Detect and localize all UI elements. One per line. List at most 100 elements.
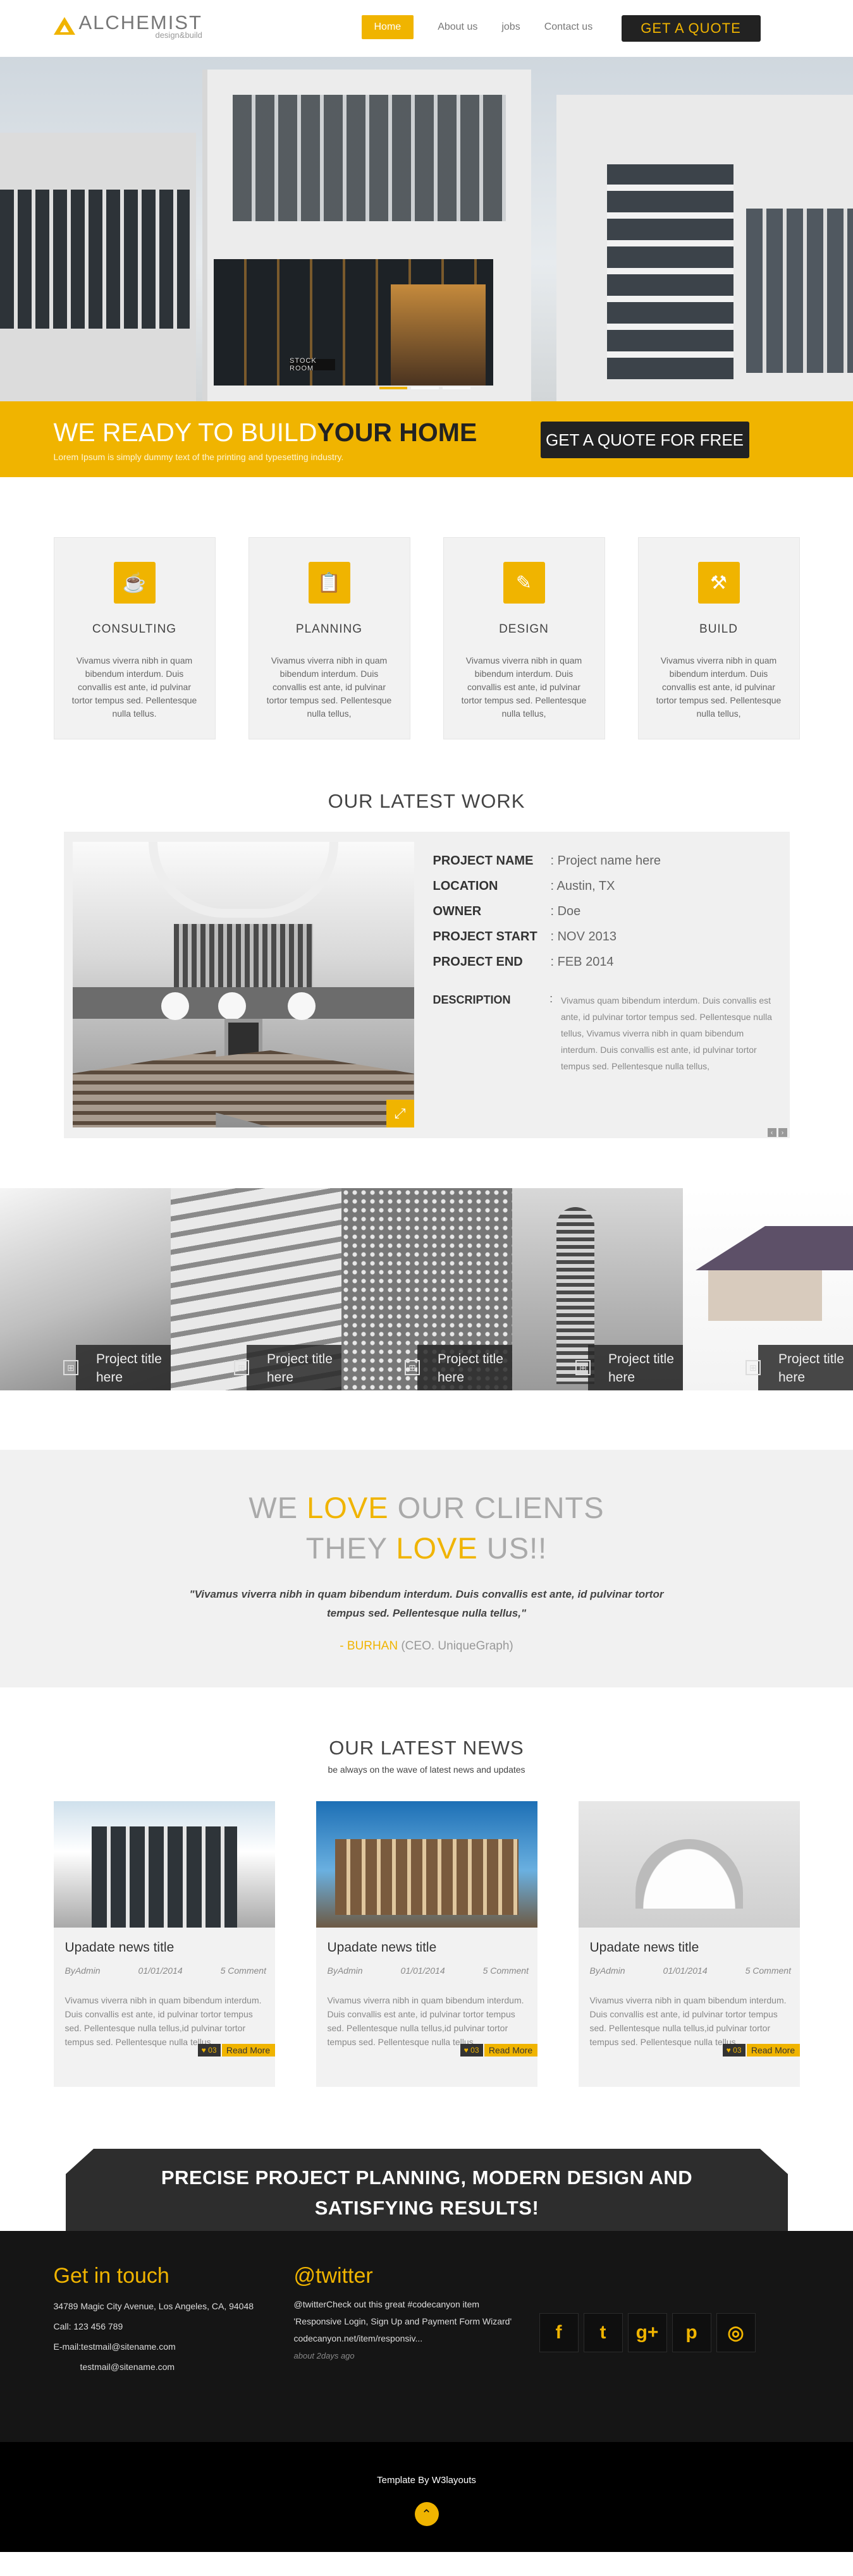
expand-icon[interactable]: ⊞ <box>234 1360 249 1375</box>
expand-icon[interactable]: ⊞ <box>746 1360 761 1375</box>
nav-contact-us[interactable]: Contact us <box>544 15 592 39</box>
service-card-planning[interactable]: 📋 PLANNING Vivamus viverra nibh in quam … <box>248 537 410 739</box>
expand-icon[interactable]: ⊞ <box>575 1360 591 1375</box>
hero-building-main <box>202 70 531 401</box>
email-primary[interactable]: E-mail:testmail@sitename.com <box>54 2336 281 2357</box>
detail-value: : Austin, TX <box>550 879 615 893</box>
detail-key: PROJECT END <box>433 955 523 969</box>
like-button[interactable]: ♥ 03 <box>197 2044 221 2057</box>
news-actions: ♥ 03 Read More <box>722 2044 800 2057</box>
credit-text[interactable]: Template By W3layouts <box>0 2475 853 2486</box>
news-image[interactable] <box>316 1801 537 1928</box>
work-details: PROJECT NAME: Project name here LOCATION… <box>433 848 775 1074</box>
slider-dot[interactable] <box>411 387 439 389</box>
google-plus-icon[interactable]: g+ <box>627 2313 667 2352</box>
service-card-design[interactable]: ✎ DESIGN Vivamus viverra nibh in quam bi… <box>443 537 605 739</box>
nav-jobs[interactable]: jobs <box>501 15 520 39</box>
project-tile[interactable]: ⊞ Project title here <box>0 1188 171 1390</box>
address: 34789 Magic City Avenue, Los Angeles, CA… <box>53 2301 254 2311</box>
next-arrow-icon[interactable]: › <box>778 1128 787 1137</box>
nav-about-us[interactable]: About us <box>438 15 477 39</box>
get-a-quote-button[interactable]: GET A QUOTE <box>621 15 761 42</box>
testimonial-section: WE LOVE OUR CLIENTS THEY LOVE US!! "Viva… <box>0 1450 853 1687</box>
news-excerpt: Vivamus viverra nibh in quam bibendum in… <box>327 1995 524 2047</box>
expand-icon[interactable]: ⊞ <box>405 1360 420 1375</box>
detail-key: PROJECT START <box>433 930 537 944</box>
news-card: Upadate news title ByAdmin 01/01/2014 5 Co… <box>53 1801 275 2087</box>
cta-band: WE READY TO BUILDYOUR HOME Lorem Ipsum i… <box>0 401 853 477</box>
project-caption: ⊞ Project title here <box>746 1345 853 1390</box>
service-text: Vivamus viverra nibh in quam bibendum in… <box>71 655 197 719</box>
project-tile[interactable]: ⊞ Project title here <box>512 1188 683 1390</box>
testimonial-quote: "Vivamus viverra nibh in quam bibendum i… <box>189 1588 664 1619</box>
news-image[interactable] <box>578 1801 800 1928</box>
slider-pagination <box>379 387 470 389</box>
project-title: Project title here <box>96 1352 162 1385</box>
project-caption: ⊞ Project title here <box>63 1345 171 1390</box>
work-showcase: ⤢ PROJECT NAME: Project name here LOCATI… <box>63 832 790 1138</box>
detail-value: : Doe <box>550 904 581 918</box>
twitter-column: @twitter @twitterCheck out this great #c… <box>294 2264 522 2360</box>
like-button[interactable]: ♥ 03 <box>722 2044 746 2057</box>
read-more-button[interactable]: Read More <box>746 2044 800 2057</box>
slider-dot[interactable] <box>443 387 470 389</box>
like-button[interactable]: ♥ 03 <box>460 2044 483 2057</box>
twitter-title: @twitter <box>293 2264 373 2288</box>
cta-subtitle: Lorem Ipsum is simply dummy text of the … <box>53 452 344 462</box>
service-text: Vivamus viverra nibh in quam bibendum in… <box>461 655 587 719</box>
slider-dot[interactable] <box>379 387 407 389</box>
logo[interactable]: ALCHEMIST design&build <box>53 13 202 39</box>
service-card-consulting[interactable]: ☕ CONSULTING Vivamus viverra nibh in qua… <box>53 537 216 739</box>
back-to-top-icon[interactable]: ⌃ <box>414 2502 439 2526</box>
detail-row: LOCATION: Austin, TX <box>433 873 775 899</box>
project-title: Project title here <box>267 1352 333 1385</box>
news-image[interactable] <box>53 1801 275 1928</box>
email-secondary[interactable]: testmail@sitename.com <box>54 2357 281 2377</box>
news-title[interactable]: Upadate news title <box>65 1940 275 1955</box>
tools-icon: ⚒ <box>697 562 740 604</box>
read-more-button[interactable]: Read More <box>221 2044 275 2057</box>
nav-home[interactable]: Home <box>361 15 414 39</box>
prev-arrow-icon[interactable]: ‹ <box>767 1128 776 1137</box>
get-quote-free-button[interactable]: GET A QUOTE FOR FREE <box>540 422 749 458</box>
project-tile[interactable]: ⊞ Project title here <box>683 1188 853 1390</box>
hero-building-left <box>0 133 196 401</box>
news-meta: ByAdmin 01/01/2014 5 Comment <box>589 1965 791 1976</box>
cta-title: WE READY TO BUILDYOUR HOME <box>54 418 477 447</box>
news-card: Upadate news title ByAdmin 01/01/2014 5 Co… <box>578 1801 800 2087</box>
tagline-banner: PRECISE PROJECT PLANNING, MODERN DESIGN … <box>0 2149 853 2231</box>
dribbble-icon[interactable]: ◎ <box>716 2313 756 2352</box>
testimonial-author: - BURHAN (CEO. UniqueGraph) <box>340 1639 513 1653</box>
hero-slider: STOCK ROOM <box>0 57 853 401</box>
detail-row: OWNER: Doe <box>433 899 775 924</box>
project-caption: ⊞ Project title here <box>234 1345 341 1390</box>
twitter-icon[interactable]: t <box>583 2313 623 2352</box>
contact-column: Get in touch 34789 Magic City Avenue, Lo… <box>54 2264 281 2377</box>
service-text: Vivamus viverra nibh in quam bibendum in… <box>656 655 782 719</box>
tweet-text: @twitterCheck out this great #codecanyon… <box>293 2299 512 2343</box>
expand-icon[interactable]: ⊞ <box>63 1360 78 1375</box>
expand-icon[interactable]: ⤢ <box>386 1100 414 1127</box>
bottom-bar: Template By W3layouts ⌃ <box>0 2442 853 2552</box>
latest-work-section: OUR LATEST WORK ⤢ PROJECT NAME: Project … <box>0 790 853 1188</box>
project-caption: ⊞ Project title here <box>405 1345 512 1390</box>
read-more-button[interactable]: Read More <box>484 2044 537 2057</box>
pinterest-icon[interactable]: p <box>672 2313 711 2352</box>
clipboard-icon: 📋 <box>308 562 350 604</box>
service-title: DESIGN <box>499 623 549 636</box>
project-tile[interactable]: ⊞ Project title here <box>341 1188 512 1390</box>
news-title[interactable]: Upadate news title <box>328 1940 537 1955</box>
news-meta: ByAdmin 01/01/2014 5 Comment <box>64 1965 266 1976</box>
description-colon: : <box>549 992 553 1005</box>
facebook-icon[interactable]: f <box>539 2313 579 2352</box>
tagline-text: PRECISE PROJECT PLANNING, MODERN DESIGN … <box>161 2166 693 2219</box>
description-text: Vivamus quam bibendum interdum. Duis con… <box>561 995 772 1071</box>
project-tile[interactable]: ⊞ Project title here <box>171 1188 341 1390</box>
project-caption: ⊞ Project title here <box>575 1345 683 1390</box>
news-title[interactable]: Upadate news title <box>590 1940 800 1955</box>
project-title: Project title here <box>778 1352 844 1385</box>
description-row: DESCRIPTION : Vivamus quam bibendum inte… <box>433 992 775 1074</box>
cta-title-light: WE READY TO BUILD <box>53 418 317 447</box>
projects-strip: ⊞ Project title here ⊞ Project title here … <box>0 1188 853 1450</box>
service-card-build[interactable]: ⚒ BUILD Vivamus viverra nibh in quam bib… <box>637 537 800 739</box>
